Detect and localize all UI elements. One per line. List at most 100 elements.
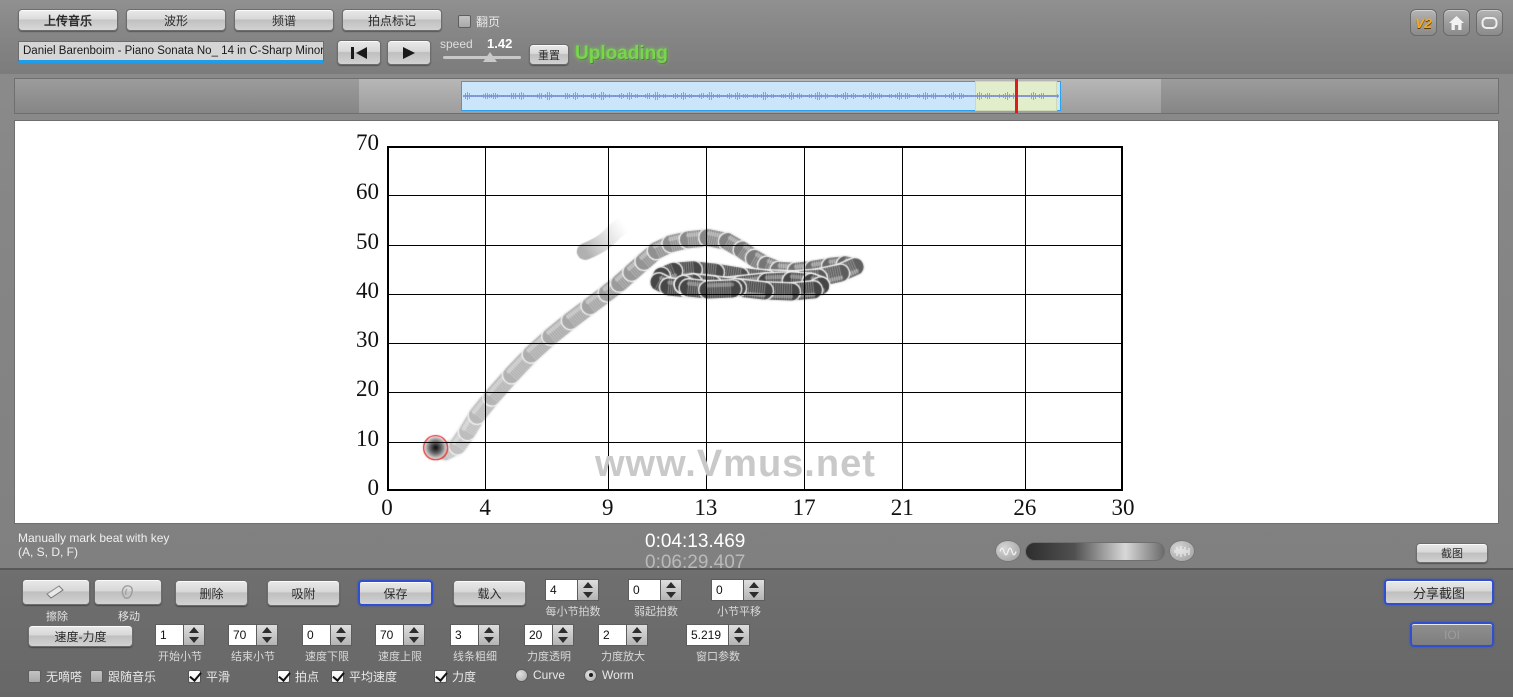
waveform-sharp-icon[interactable] bbox=[1169, 540, 1195, 562]
stepper-up[interactable] bbox=[479, 625, 499, 635]
line-thickness-value[interactable]: 3 bbox=[450, 624, 478, 646]
start-bar-value[interactable]: 1 bbox=[155, 624, 183, 646]
checkbox-average-tempo[interactable]: 平均速度 bbox=[331, 668, 397, 685]
tempo-lower-limit-spinner[interactable]: 0 bbox=[302, 624, 352, 646]
plot-area[interactable] bbox=[387, 146, 1125, 493]
waveform-overview-strip[interactable] bbox=[14, 78, 1499, 114]
radio-button[interactable] bbox=[515, 668, 528, 682]
line-thickness-spinner[interactable]: 3 bbox=[450, 624, 500, 646]
stepper-up[interactable] bbox=[744, 580, 764, 590]
window-parameter-value[interactable]: 5.219 bbox=[686, 624, 728, 646]
stepper-down[interactable] bbox=[627, 635, 647, 645]
play-button[interactable] bbox=[387, 40, 431, 65]
stepper-up[interactable] bbox=[331, 625, 351, 635]
checkbox-box[interactable] bbox=[331, 670, 344, 683]
tab-upload-music[interactable]: 上传音乐 bbox=[18, 9, 118, 31]
stepper-up[interactable] bbox=[627, 625, 647, 635]
delete-button[interactable]: 删除 bbox=[175, 580, 248, 606]
checkbox-box[interactable] bbox=[277, 670, 290, 683]
tempo-dynamics-mode-button[interactable]: 速度-力度 bbox=[28, 625, 133, 647]
fullscreen-button[interactable] bbox=[1476, 9, 1503, 36]
volume-control[interactable] bbox=[995, 540, 1195, 562]
end-bar-value[interactable]: 70 bbox=[228, 624, 256, 646]
stepper-up[interactable] bbox=[661, 580, 681, 590]
checkbox-box[interactable] bbox=[458, 15, 471, 28]
checkbox-box[interactable] bbox=[90, 670, 103, 683]
bar-shift-spinner[interactable]: 0 bbox=[711, 579, 765, 601]
radio-curve[interactable]: Curve bbox=[515, 668, 565, 682]
bar-shift-steppers[interactable] bbox=[743, 579, 765, 601]
speed-slider-knob[interactable] bbox=[483, 52, 497, 62]
line-thickness-steppers[interactable] bbox=[478, 624, 500, 646]
dynamics-zoom-spinner[interactable]: 2 bbox=[598, 624, 648, 646]
tab-beat-marking[interactable]: 拍点标记 bbox=[342, 9, 442, 31]
dynamics-transparency-value[interactable]: 20 bbox=[524, 624, 552, 646]
speed-slider-track[interactable] bbox=[443, 56, 521, 59]
dynamics-transparency-spinner[interactable]: 20 bbox=[524, 624, 574, 646]
waveform-smooth-icon[interactable] bbox=[995, 540, 1021, 562]
tempo-lower-limit-steppers[interactable] bbox=[330, 624, 352, 646]
tempo-upper-limit-value[interactable]: 70 bbox=[375, 624, 403, 646]
beats-per-bar-spinner[interactable]: 4 bbox=[545, 579, 599, 601]
pickup-beats-value[interactable]: 0 bbox=[628, 579, 660, 601]
dynamics-transparency-steppers[interactable] bbox=[552, 624, 574, 646]
move-tool-button[interactable] bbox=[94, 579, 162, 605]
tab-waveform[interactable]: 波形 bbox=[126, 9, 226, 31]
screenshot-button[interactable]: 截图 bbox=[1416, 543, 1488, 563]
stepper-down[interactable] bbox=[184, 635, 204, 645]
stepper-up[interactable] bbox=[184, 625, 204, 635]
tempo-upper-limit-steppers[interactable] bbox=[403, 624, 425, 646]
radio-worm[interactable]: Worm bbox=[584, 668, 634, 682]
start-bar-steppers[interactable] bbox=[183, 624, 205, 646]
snap-button[interactable]: 吸附 bbox=[267, 580, 340, 606]
radio-button[interactable] bbox=[584, 668, 597, 682]
stepper-down[interactable] bbox=[578, 590, 598, 600]
stepper-down[interactable] bbox=[729, 635, 749, 645]
checkbox-box[interactable] bbox=[28, 670, 41, 683]
start-bar-spinner[interactable]: 1 bbox=[155, 624, 205, 646]
stepper-down[interactable] bbox=[744, 590, 764, 600]
window-parameter-spinner[interactable]: 5.219 bbox=[686, 624, 750, 646]
stepper-up[interactable] bbox=[578, 580, 598, 590]
tempo-lower-limit-value[interactable]: 0 bbox=[302, 624, 330, 646]
dynamics-zoom-steppers[interactable] bbox=[626, 624, 648, 646]
pickup-beats-spinner[interactable]: 0 bbox=[628, 579, 682, 601]
checkbox-box[interactable] bbox=[434, 670, 447, 683]
stepper-up[interactable] bbox=[729, 625, 749, 635]
checkbox-box[interactable] bbox=[188, 670, 201, 683]
stepper-up[interactable] bbox=[553, 625, 573, 635]
checkbox-follow-music[interactable]: 跟随音乐 bbox=[90, 668, 156, 685]
checkbox-no-tick[interactable]: 无嘀嗒 bbox=[28, 668, 82, 685]
save-button[interactable]: 保存 bbox=[358, 580, 433, 606]
end-bar-spinner[interactable]: 70 bbox=[228, 624, 278, 646]
bar-shift-value[interactable]: 0 bbox=[711, 579, 743, 601]
checkbox-smooth[interactable]: 平滑 bbox=[188, 668, 230, 685]
waveform-playhead[interactable] bbox=[1015, 79, 1018, 113]
home-button[interactable] bbox=[1443, 9, 1470, 36]
song-title-field[interactable]: Daniel Barenboim - Piano Sonata No_ 14 i… bbox=[18, 41, 324, 63]
stepper-down[interactable] bbox=[404, 635, 424, 645]
volume-slider-track[interactable] bbox=[1025, 541, 1165, 561]
checkbox-beat-marks[interactable]: 拍点 bbox=[277, 668, 319, 685]
dynamics-zoom-value[interactable]: 2 bbox=[598, 624, 626, 646]
stepper-down[interactable] bbox=[479, 635, 499, 645]
end-bar-steppers[interactable] bbox=[256, 624, 278, 646]
waveform-track[interactable] bbox=[359, 79, 1161, 113]
stepper-up[interactable] bbox=[404, 625, 424, 635]
load-button[interactable]: 载入 bbox=[453, 580, 526, 606]
share-screenshot-button[interactable]: 分享截图 bbox=[1384, 579, 1494, 605]
beats-per-bar-value[interactable]: 4 bbox=[545, 579, 577, 601]
pickup-beats-steppers[interactable] bbox=[660, 579, 682, 601]
window-parameter-steppers[interactable] bbox=[728, 624, 750, 646]
stepper-down[interactable] bbox=[331, 635, 351, 645]
tempo-upper-limit-spinner[interactable]: 70 bbox=[375, 624, 425, 646]
rewind-to-start-button[interactable] bbox=[337, 40, 381, 65]
erase-tool-button[interactable] bbox=[22, 579, 90, 605]
beats-per-bar-steppers[interactable] bbox=[577, 579, 599, 601]
stepper-down[interactable] bbox=[553, 635, 573, 645]
page-turn-checkbox[interactable]: 翻页 bbox=[458, 13, 500, 30]
reset-speed-button[interactable]: 重置 bbox=[529, 44, 569, 65]
tab-spectrum[interactable]: 频谱 bbox=[234, 9, 334, 31]
stepper-down[interactable] bbox=[661, 590, 681, 600]
checkbox-dynamics[interactable]: 力度 bbox=[434, 668, 476, 685]
